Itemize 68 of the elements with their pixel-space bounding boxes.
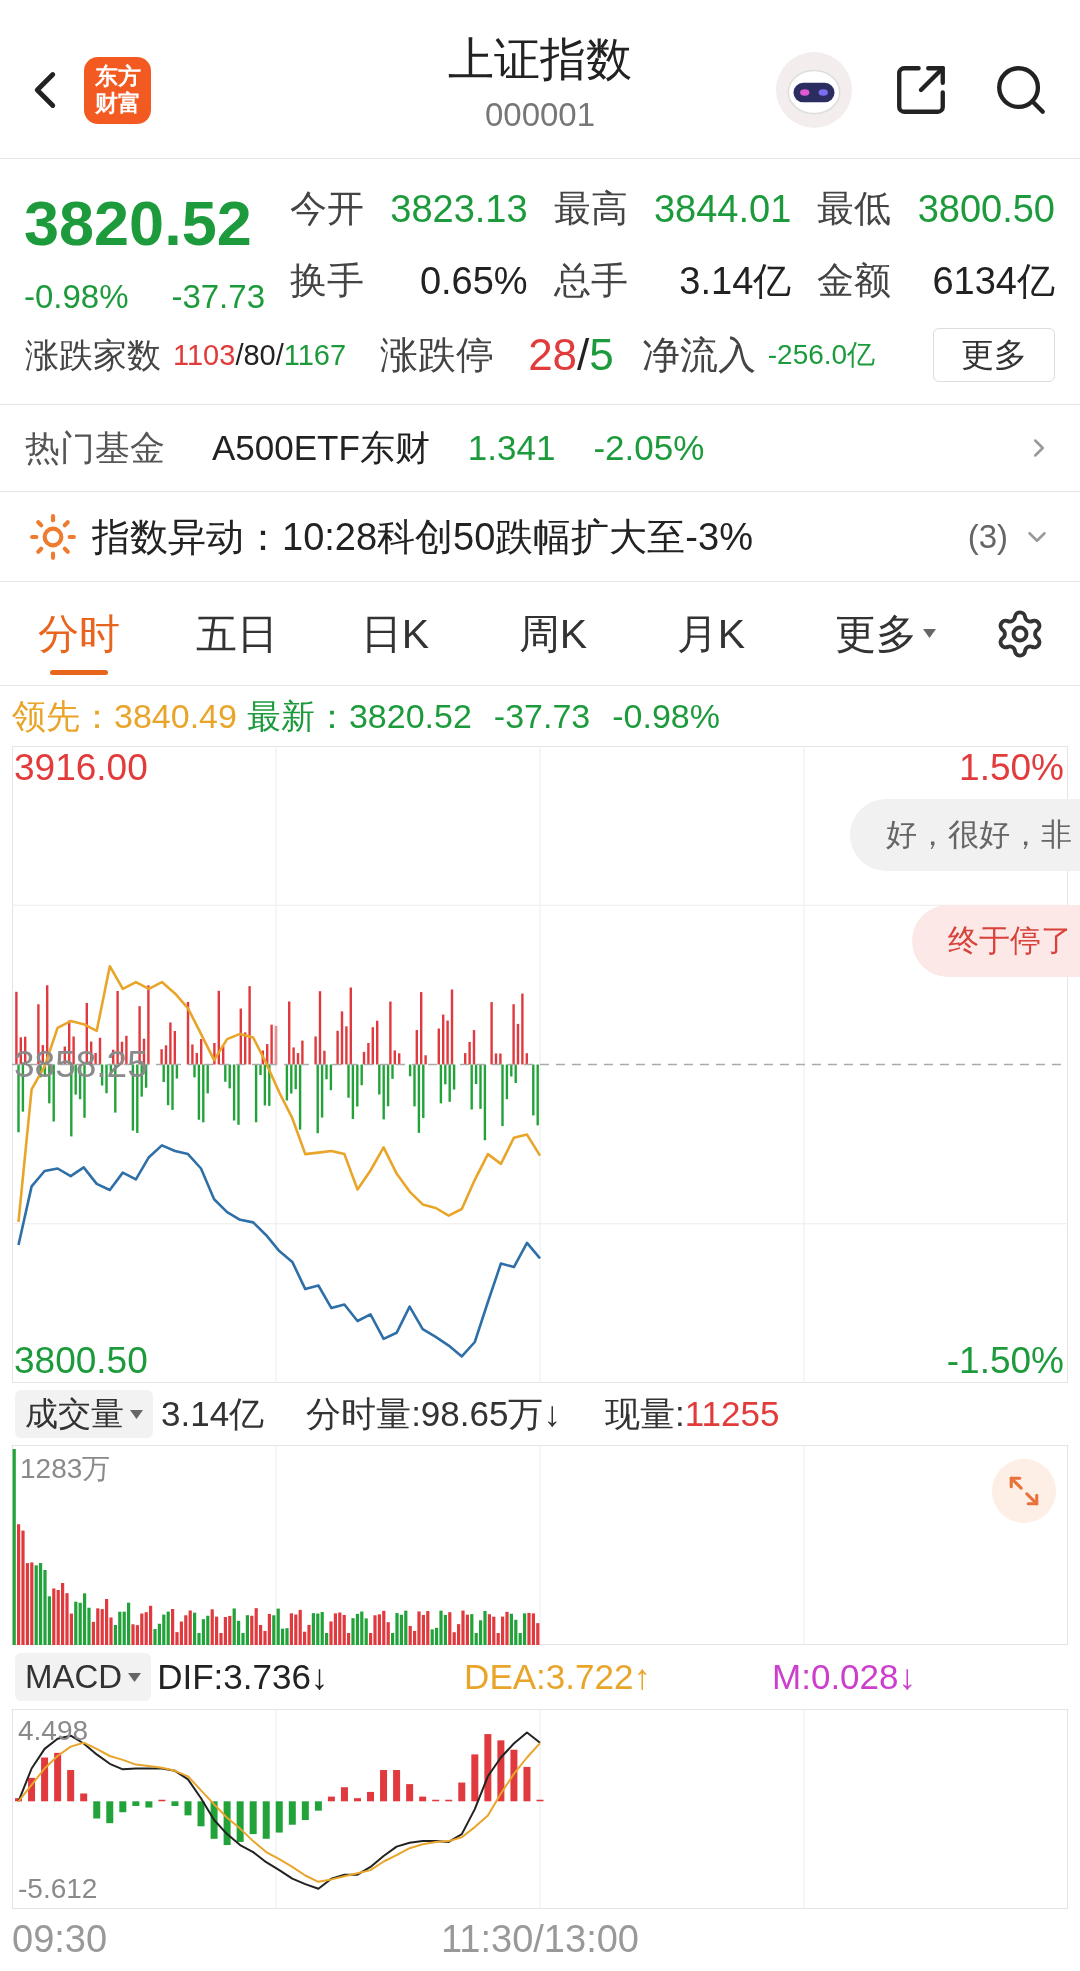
page-title: 上证指数	[448, 32, 632, 86]
axis-label: 4.498	[18, 1715, 89, 1747]
caret-icon	[130, 1409, 143, 1419]
sun-icon	[28, 511, 78, 562]
caret-icon	[128, 1672, 142, 1682]
index-code: 000001	[484, 96, 596, 134]
legend-change-percent: -0.98%	[612, 696, 720, 736]
stat-label: 总手	[553, 259, 628, 303]
index-price: 3820.52	[24, 191, 253, 255]
stat-label: 最高	[553, 187, 628, 231]
robot-avatar-icon[interactable]	[776, 52, 852, 128]
legend-value: 3840.49	[114, 696, 237, 736]
change-percent: -0.98%	[24, 277, 129, 317]
comment-bubble: 好，很好，非	[850, 799, 1080, 871]
more-button[interactable]: 更多	[933, 328, 1055, 382]
total-volume: 3.14亿	[161, 1393, 265, 1435]
current-volume-label: 现量:	[604, 1393, 685, 1435]
axis-label: 3916.00	[14, 746, 148, 789]
change-amount: -37.73	[171, 277, 265, 317]
stat-value: -256.0亿	[767, 338, 876, 372]
fund-name[interactable]: A500ETF东财	[212, 427, 430, 469]
stat-label: 换手	[290, 259, 364, 303]
app-logo: 东方 财富	[84, 56, 151, 124]
stat-value: 3844.01	[653, 187, 792, 231]
legend-label: 最新：	[246, 696, 349, 736]
caret-icon	[922, 629, 936, 638]
stat-label: 金额	[817, 259, 892, 303]
legend-label: 领先：	[12, 696, 114, 736]
axis-label: 1.50%	[959, 746, 1064, 789]
expand-icon	[1007, 1474, 1041, 1508]
stat-value: 0.65%	[419, 259, 528, 303]
fund-change: -2.05%	[593, 427, 705, 469]
axis-label: -1.50%	[946, 1340, 1064, 1382]
stat-value: 1103/80/1167	[173, 338, 347, 373]
stat-value: 3.14亿	[679, 259, 792, 303]
chart-tab[interactable]: 更多	[790, 582, 980, 685]
time-label: 09:30	[12, 1917, 108, 1961]
stat-label: 最低	[817, 187, 892, 231]
stat-label: 涨跌家数	[25, 335, 161, 375]
stat-label: 涨跌停	[380, 333, 495, 377]
alert-count: (3)	[967, 516, 1008, 557]
time-label: 11:30/13:00	[441, 1917, 639, 1961]
stat-value: 3800.50	[917, 187, 1055, 231]
legend-value: 3820.52	[348, 696, 472, 736]
alert-text[interactable]: 指数异动：10:28科创50跌幅扩大至-3%	[92, 514, 753, 559]
indicator-value: DEA:3.722↑	[464, 1657, 651, 1696]
stat-value: 28/5	[528, 330, 614, 380]
indicator-dropdown[interactable]: MACD	[15, 1653, 152, 1701]
comment-bubble: 终于停了	[912, 905, 1080, 977]
minute-volume: 分时量:98.65万↓	[306, 1393, 561, 1435]
indicator-dropdown[interactable]: 成交量	[15, 1390, 153, 1438]
stat-value: 6134亿	[932, 259, 1055, 303]
legend-change: -37.73	[493, 696, 591, 736]
chart-tab[interactable]: 周K	[474, 582, 632, 685]
stat-label: 净流入	[641, 333, 756, 377]
chart-tab[interactable]: 日K	[316, 582, 474, 685]
indicator-value: M:0.028↓	[772, 1657, 916, 1696]
axis-label: 3800.50	[14, 1340, 148, 1382]
stat-label: 今开	[290, 187, 364, 231]
chart-tab[interactable]: 五日	[158, 582, 316, 685]
fund-price: 1.341	[467, 427, 556, 469]
stat-value: 3823.13	[390, 187, 528, 231]
chart-tab[interactable]: 月K	[632, 582, 790, 685]
axis-label: 1283万	[20, 1453, 111, 1485]
current-volume-value: 11255	[684, 1393, 780, 1435]
indicator-value: DIF:3.736↓	[157, 1657, 329, 1696]
row-label: 热门基金	[25, 427, 166, 469]
axis-label: -5.612	[18, 1873, 98, 1905]
